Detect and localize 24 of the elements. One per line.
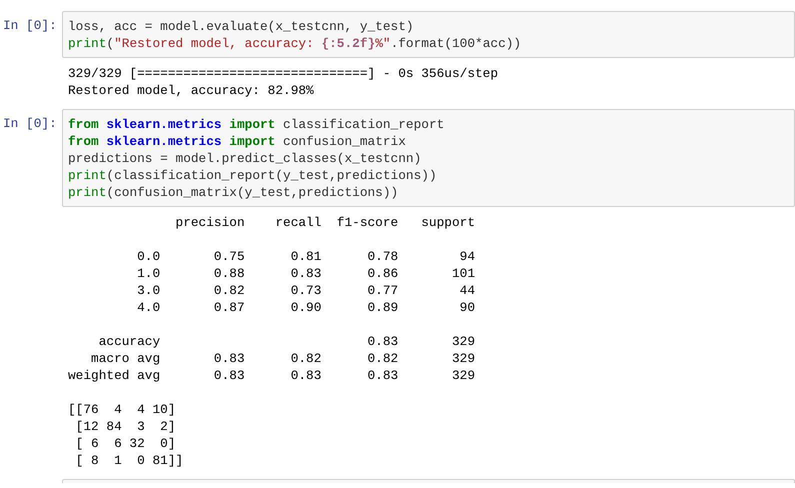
output-line: [ 6 6 32 0] — [74, 435, 177, 452]
output-line: accuracy 0.83 329 — [98, 333, 476, 350]
output-line: Restored model, accuracy: 82.98% — [68, 82, 315, 99]
code-line: print(classification_report(y_test,predictions)) — [68, 167, 438, 184]
code-line: from sklearn.metrics import confusion_matrix — [68, 133, 407, 150]
code-line: from sklearn.metrics import classification_report — [68, 116, 446, 133]
output-line: 3.0 0.82 0.73 0.77 44 — [136, 282, 476, 299]
output-line: macro avg 0.83 0.82 0.82 329 — [90, 350, 476, 367]
output-line: weighted avg 0.83 0.83 0.83 329 — [68, 367, 476, 384]
input-prompt: In [0]: — [2, 115, 57, 132]
output-line: 1.0 0.88 0.83 0.86 101 — [136, 265, 476, 282]
code-line: print(confusion_matrix(y_test,predictions)) — [68, 184, 400, 201]
code-line: print("Restored model, accuracy: {:5.2f}%".format(100*acc)) — [68, 35, 522, 52]
input-prompt: In [0]: — [2, 17, 57, 34]
output-line: [[76 4 4 10] — [68, 401, 177, 418]
output-line: [12 84 3 2] — [74, 418, 177, 435]
output-line: 0.0 0.75 0.81 0.78 94 — [136, 248, 476, 265]
code-line: predictions = model.predict_classes(x_testcnn) — [68, 150, 422, 167]
code-cell-input[interactable]: loss, acc = model.evaluate(x_testcnn, y_test) print("Restored model, accuracy: {:5.2f}%".format(100*acc)) — [62, 11, 795, 58]
code-line: loss, acc = model.evaluate(x_testcnn, y_test) — [68, 18, 415, 35]
output-line: [ 8 1 0 81]] — [74, 452, 184, 469]
output-line: precision recall f1-score support — [174, 214, 476, 231]
output-line: 329/329 [==============================] - 0s 356us/step — [68, 65, 500, 82]
output-line: 4.0 0.87 0.90 0.89 90 — [136, 299, 476, 316]
